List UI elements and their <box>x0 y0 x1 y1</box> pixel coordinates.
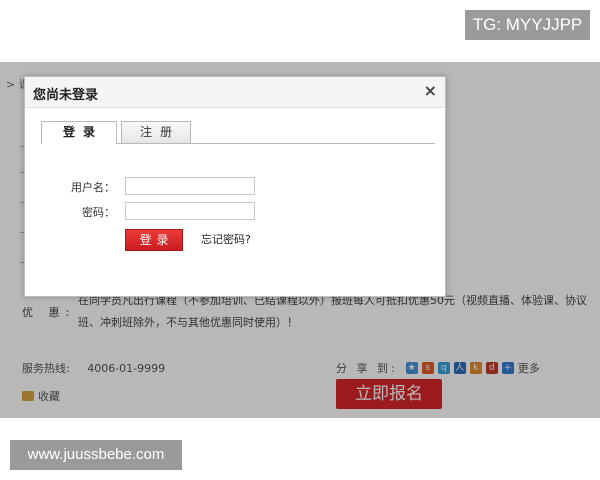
auth-tabs: 登录 注册 <box>41 121 435 144</box>
username-label: 用户名： <box>71 181 115 194</box>
tab-login[interactable]: 登录 <box>41 121 117 144</box>
login-modal: 您尚未登录 × 登录 注册 用户名： 密码： 登录 忘记密码? <box>24 76 446 297</box>
tab-register[interactable]: 注册 <box>121 121 191 143</box>
forgot-password-link[interactable]: 忘记密码? <box>201 231 251 247</box>
password-row: 密码： <box>25 202 445 220</box>
username-input[interactable] <box>125 177 255 195</box>
modal-header: 您尚未登录 × <box>25 77 445 108</box>
watermark-site: www.juussbebe.com <box>10 440 182 470</box>
watermark-tg: TG: MYYJJPP <box>465 10 590 40</box>
username-row: 用户名： <box>25 177 445 195</box>
password-input[interactable] <box>125 202 255 220</box>
login-button[interactable]: 登录 <box>125 229 183 251</box>
close-icon[interactable]: × <box>424 81 437 100</box>
modal-title: 您尚未登录 <box>33 88 99 103</box>
password-label: 密码： <box>82 206 115 219</box>
